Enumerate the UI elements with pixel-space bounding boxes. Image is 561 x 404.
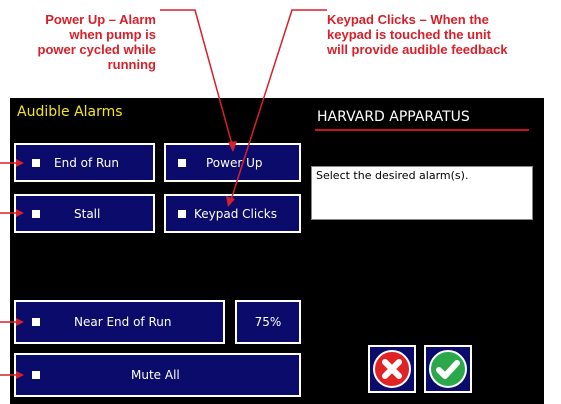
callout-lines bbox=[0, 9, 327, 379]
stall-arrow bbox=[16, 209, 24, 217]
keypad-arrow bbox=[226, 196, 235, 207]
keypad-leader-line bbox=[229, 9, 327, 204]
near-end-arrow bbox=[16, 318, 24, 326]
power-up-arrow bbox=[228, 141, 237, 152]
mute-all-arrow bbox=[16, 371, 24, 379]
power-up-leader-line bbox=[160, 9, 234, 149]
end-of-run-arrow bbox=[16, 159, 24, 167]
